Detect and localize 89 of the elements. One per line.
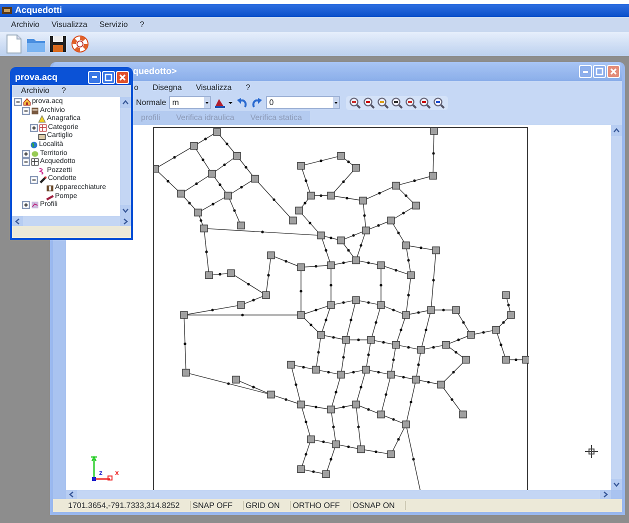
maximize-icon [594, 66, 605, 77]
status-indicator: OSNAP ON [350, 500, 406, 510]
scroll-left-button[interactable] [66, 490, 77, 499]
lifebuoy-icon [70, 34, 90, 54]
status-indicator: ORTHO OFF [290, 500, 351, 510]
close-button[interactable] [116, 70, 129, 84]
layer-dropdown[interactable]: 0 [266, 96, 340, 109]
close-icon [117, 72, 128, 82]
globe-icon [30, 141, 38, 150]
chevron-icon [13, 216, 22, 226]
zoom-button[interactable] [405, 96, 418, 108]
crosshair-icon [585, 445, 598, 458]
zoom-button[interactable] [349, 96, 362, 108]
expand-icon[interactable] [22, 201, 30, 210]
menu-item[interactable]: ? [244, 82, 252, 92]
triangle-icon [214, 97, 226, 108]
maximize-button[interactable] [102, 70, 115, 84]
window-title: prova.acq [15, 72, 58, 82]
blob-icon [31, 150, 39, 158]
menu-item[interactable]: Servizio [98, 20, 129, 30]
scroll-right-button[interactable] [120, 216, 131, 226]
house-icon [23, 98, 31, 106]
horizontal-scrollbar[interactable] [12, 216, 131, 226]
status-indicator: GRID ON [244, 500, 291, 510]
menu-item[interactable]: ? [60, 86, 67, 96]
scroll-down-button[interactable] [120, 205, 131, 216]
menu-item[interactable]: ? [138, 20, 146, 30]
collapse-icon[interactable] [22, 106, 30, 115]
coordinates-readout: 1701.3654,-791.7333,314.8252 [66, 500, 191, 510]
horizontal-scrollbar[interactable] [66, 490, 611, 499]
zoom-button[interactable] [433, 96, 446, 108]
undo-button[interactable] [236, 97, 248, 108]
window-title: Acquedotti [15, 5, 62, 16]
redo-button[interactable] [251, 97, 264, 108]
status-indicator: SNAP OFF [190, 500, 244, 510]
maximize-icon [103, 72, 114, 82]
squiggle-icon [38, 167, 46, 176]
minimize-button[interactable] [88, 70, 101, 84]
new-document-icon [4, 34, 24, 54]
scroll-down-button[interactable] [611, 479, 622, 490]
zoom-button[interactable] [391, 96, 404, 108]
magnifier-icon [391, 96, 404, 108]
grid-icon [39, 124, 47, 132]
chevron-icon [121, 98, 130, 107]
expand-icon[interactable] [22, 150, 30, 158]
menu-item[interactable]: o [133, 82, 140, 92]
redo-icon [251, 97, 264, 108]
minimize-icon [92, 76, 97, 78]
unit-dropdown[interactable]: m [169, 96, 212, 109]
magnifier-icon [363, 96, 376, 108]
pipe-icon [39, 176, 47, 184]
triangle-icon [38, 115, 46, 124]
save-button[interactable] [48, 34, 68, 54]
close-icon [608, 66, 619, 77]
zoom-button[interactable] [363, 96, 376, 108]
scroll-left-button[interactable] [12, 216, 23, 226]
magnifier-icon [405, 96, 418, 108]
app-icon [2, 6, 12, 15]
menu-item[interactable]: Disegna [151, 82, 183, 92]
vertical-scrollbar[interactable] [611, 125, 622, 490]
lifebuoy-button[interactable] [70, 34, 90, 54]
menu-item[interactable]: Visualizza [50, 20, 88, 30]
magnifier-icon [377, 96, 390, 108]
collapse-icon[interactable] [14, 98, 22, 106]
save-icon [48, 34, 68, 54]
collapse-icon[interactable] [30, 176, 38, 184]
zoom-button[interactable] [419, 96, 432, 108]
window-title: quedotto> [133, 66, 177, 77]
menu-item[interactable]: Visualizza [194, 82, 233, 92]
collapse-icon[interactable] [22, 158, 30, 166]
menu-item[interactable]: Archivio [20, 86, 50, 96]
color-button[interactable] [214, 97, 226, 108]
zoom-window-icon [433, 96, 446, 108]
expand-icon[interactable] [30, 124, 38, 132]
undo-icon [236, 97, 248, 108]
chart-icon [31, 201, 39, 210]
sheet-icon [38, 132, 46, 141]
chevron-icon [67, 490, 76, 499]
zoom-button[interactable] [377, 96, 390, 108]
scroll-up-button[interactable] [120, 97, 131, 108]
scroll-up-button[interactable] [611, 125, 622, 136]
vertical-scrollbar[interactable] [120, 97, 131, 216]
minimize-icon [583, 70, 588, 72]
menu-item[interactable]: Archivio [10, 20, 40, 30]
chevron-icon [612, 126, 621, 135]
style-label: Normale [136, 98, 166, 108]
scroll-right-button[interactable] [600, 490, 611, 499]
magnifier-icon [419, 96, 432, 108]
magnifier-icon [349, 96, 362, 108]
